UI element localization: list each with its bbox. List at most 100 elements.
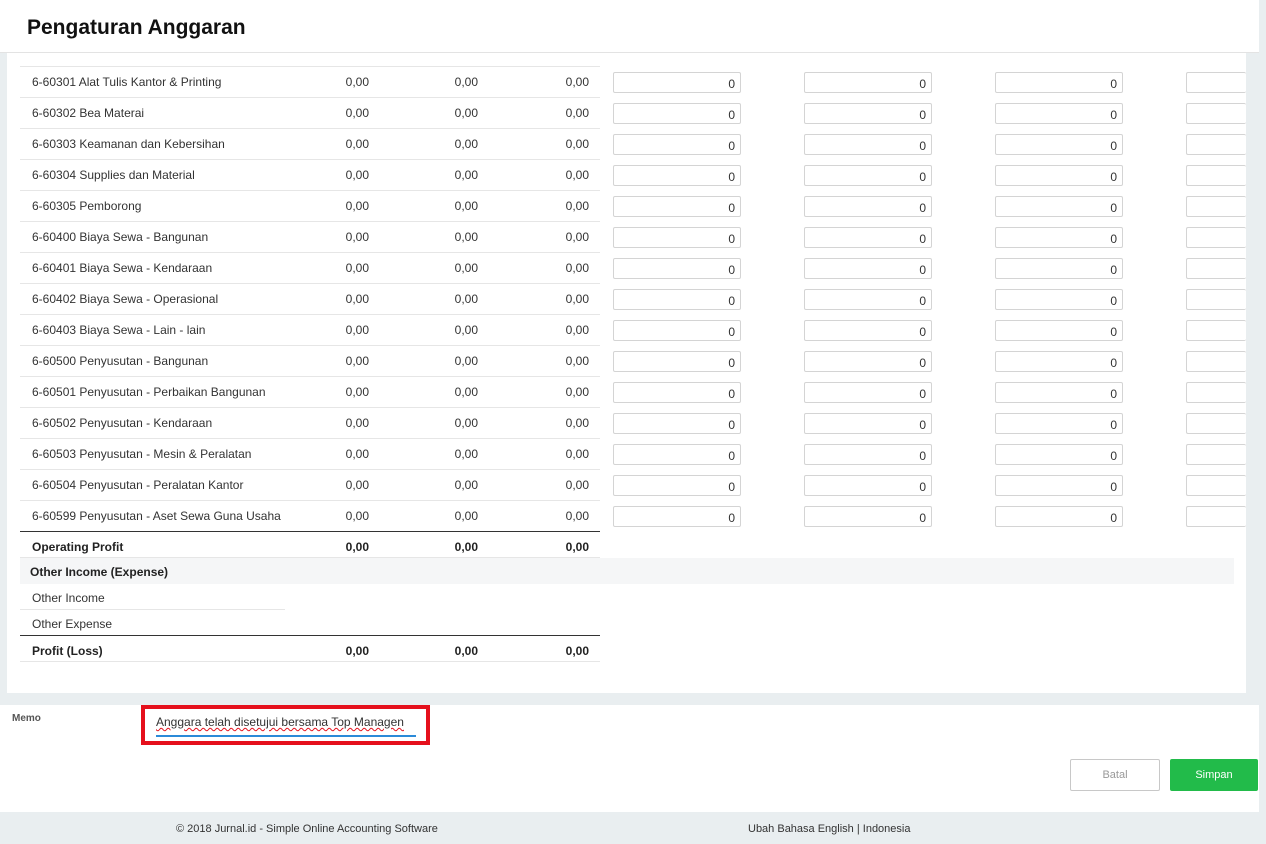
budget-input[interactable] xyxy=(613,413,741,434)
budget-input[interactable] xyxy=(995,413,1123,434)
page-title: Pengaturan Anggaran xyxy=(27,16,246,39)
page-header: Pengaturan Anggaran xyxy=(0,0,1259,53)
budget-input[interactable] xyxy=(613,227,741,248)
budget-input[interactable] xyxy=(995,506,1123,527)
budget-input[interactable] xyxy=(1186,165,1246,186)
budget-input[interactable] xyxy=(804,475,932,496)
budget-input[interactable] xyxy=(1186,475,1246,496)
budget-input[interactable] xyxy=(804,320,932,341)
budget-input[interactable] xyxy=(613,506,741,527)
budget-input[interactable] xyxy=(613,444,741,465)
budget-input[interactable] xyxy=(995,103,1123,124)
budget-input[interactable] xyxy=(804,382,932,403)
budget-input[interactable] xyxy=(1186,382,1246,403)
budget-input[interactable] xyxy=(1186,134,1246,155)
budget-input[interactable] xyxy=(804,444,932,465)
account-name: 6-60503 Penyusutan - Mesin & Peralatan xyxy=(32,447,252,461)
table-row: 6-60502 Penyusutan - Kendaraan 0,00 0,00 0,… xyxy=(20,408,1246,439)
language-switcher[interactable]: Ubah Bahasa English | Indonesia xyxy=(748,823,910,835)
budget-input[interactable] xyxy=(995,165,1123,186)
memo-input[interactable]: Anggara telah disetujui bersama Top Mana… xyxy=(156,715,416,737)
account-value: 0,00 xyxy=(565,168,589,182)
budget-input[interactable] xyxy=(804,72,932,93)
budget-input[interactable] xyxy=(613,165,741,186)
table-row: 6-60304 Supplies dan Material 0,00 0,00 0,0… xyxy=(20,160,1246,191)
budget-card: 6-60301 Alat Tulis Kantor & Printing 0,00… xyxy=(7,0,1246,693)
budget-input[interactable] xyxy=(804,227,932,248)
budget-input[interactable] xyxy=(804,196,932,217)
budget-input[interactable] xyxy=(1186,351,1246,372)
budget-input[interactable] xyxy=(804,351,932,372)
account-value: 0,00 xyxy=(565,230,589,244)
budget-input[interactable] xyxy=(1186,289,1246,310)
account-name: 6-60401 Biaya Sewa - Kendaraan xyxy=(32,261,213,275)
profit-loss-value: 0,00 xyxy=(565,644,589,658)
budget-input[interactable] xyxy=(1186,413,1246,434)
budget-input[interactable] xyxy=(995,258,1123,279)
budget-input[interactable] xyxy=(804,103,932,124)
budget-input[interactable] xyxy=(995,475,1123,496)
budget-input[interactable] xyxy=(995,289,1123,310)
budget-table: 6-60301 Alat Tulis Kantor & Printing 0,00… xyxy=(20,0,1246,693)
operating-profit-row: Operating Profit 0,00 0,00 0,00 xyxy=(20,532,1234,558)
account-name: 6-60500 Penyusutan - Bangunan xyxy=(32,354,209,368)
budget-input[interactable] xyxy=(613,258,741,279)
budget-input[interactable] xyxy=(995,72,1123,93)
budget-input[interactable] xyxy=(613,320,741,341)
budget-input[interactable] xyxy=(995,382,1123,403)
account-value: 0,00 xyxy=(454,230,478,244)
budget-input[interactable] xyxy=(1186,227,1246,248)
account-name: 6-60301 Alat Tulis Kantor & Printing xyxy=(32,75,222,89)
account-name: 6-60304 Supplies dan Material xyxy=(32,168,195,182)
table-row: 6-60401 Biaya Sewa - Kendaraan 0,00 0,00 0,… xyxy=(20,253,1246,284)
budget-input[interactable] xyxy=(613,289,741,310)
budget-input[interactable] xyxy=(804,506,932,527)
budget-input[interactable] xyxy=(804,258,932,279)
budget-input[interactable] xyxy=(995,320,1123,341)
budget-input[interactable] xyxy=(804,134,932,155)
budget-input[interactable] xyxy=(995,196,1123,217)
memo-text: Anggara telah disetujui bersama Top Mana… xyxy=(156,715,404,729)
table-row: 6-60303 Keamanan dan Kebersihan 0,00 0,00 0… xyxy=(20,129,1246,160)
budget-input[interactable] xyxy=(995,134,1123,155)
cancel-button[interactable]: Batal xyxy=(1070,759,1160,791)
other-expense-label: Other Expense xyxy=(32,617,113,631)
budget-input[interactable] xyxy=(804,165,932,186)
budget-input[interactable] xyxy=(804,413,932,434)
account-value: 0,00 xyxy=(345,230,369,244)
budget-input[interactable] xyxy=(613,103,741,124)
budget-input[interactable] xyxy=(1186,320,1246,341)
budget-input[interactable] xyxy=(1186,103,1246,124)
budget-input[interactable] xyxy=(1186,444,1246,465)
account-value: 0,00 xyxy=(565,261,589,275)
budget-input[interactable] xyxy=(804,289,932,310)
budget-input[interactable] xyxy=(1186,196,1246,217)
other-income-label: Other Income xyxy=(32,591,105,605)
account-name: 6-60502 Penyusutan - Kendaraan xyxy=(32,416,213,430)
table-row: 6-60503 Penyusutan - Mesin & Peralatan 0,… xyxy=(20,439,1246,470)
account-value: 0,00 xyxy=(565,75,589,89)
table-row: 6-60302 Bea Materai 0,00 0,00 0,00 xyxy=(20,98,1246,129)
account-value: 0,00 xyxy=(454,261,478,275)
account-value: 0,00 xyxy=(345,106,369,120)
account-name: 6-60400 Biaya Sewa - Bangunan xyxy=(32,230,209,244)
budget-input[interactable] xyxy=(613,134,741,155)
account-value: 0,00 xyxy=(454,478,478,492)
account-value: 0,00 xyxy=(565,106,589,120)
account-value: 0,00 xyxy=(454,447,478,461)
budget-input[interactable] xyxy=(1186,506,1246,527)
budget-input[interactable] xyxy=(1186,72,1246,93)
account-value: 0,00 xyxy=(454,199,478,213)
budget-input[interactable] xyxy=(613,475,741,496)
budget-input[interactable] xyxy=(1186,258,1246,279)
save-button[interactable]: Simpan xyxy=(1170,759,1258,791)
budget-input[interactable] xyxy=(613,72,741,93)
budget-input[interactable] xyxy=(995,351,1123,372)
budget-input[interactable] xyxy=(613,196,741,217)
account-value: 0,00 xyxy=(345,199,369,213)
budget-input[interactable] xyxy=(995,227,1123,248)
budget-input[interactable] xyxy=(995,444,1123,465)
account-name: 6-60403 Biaya Sewa - Lain - lain xyxy=(32,323,206,337)
budget-input[interactable] xyxy=(613,351,741,372)
budget-input[interactable] xyxy=(613,382,741,403)
